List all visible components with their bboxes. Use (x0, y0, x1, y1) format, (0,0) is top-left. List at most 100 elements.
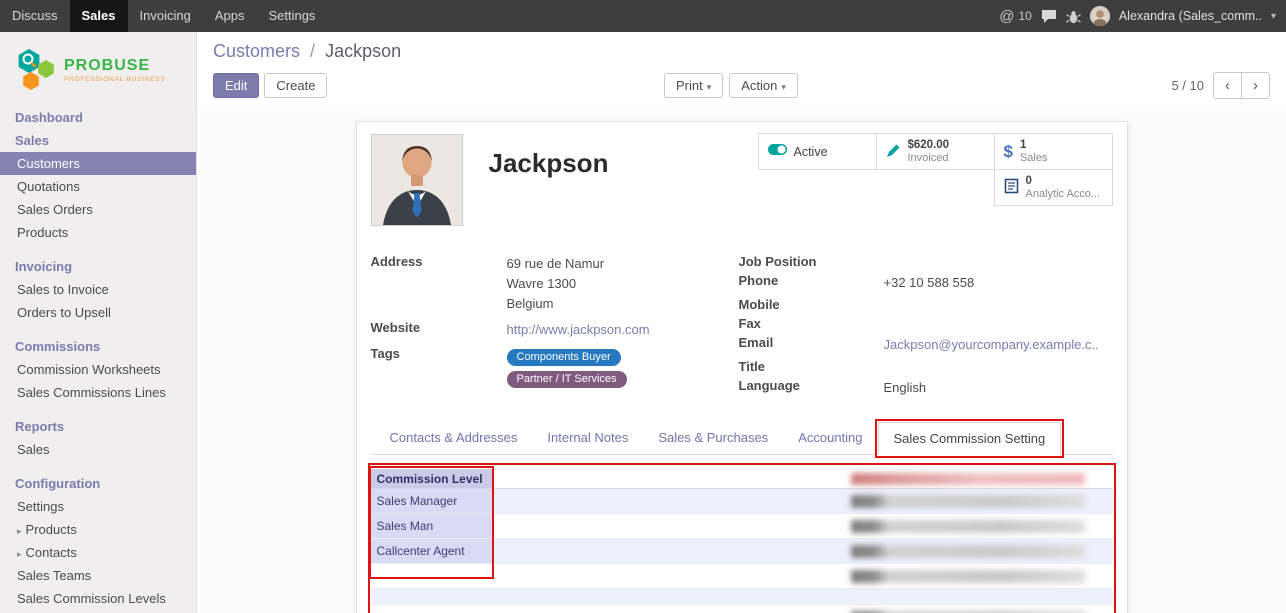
stat-value: 1 (1020, 139, 1048, 152)
print-label: Print (676, 78, 703, 93)
stat-label: Invoiced (908, 152, 950, 165)
tab-internal-notes[interactable]: Internal Notes (532, 422, 643, 454)
sidebar-item-sales-commission-levels[interactable]: Sales Commission Levels (0, 587, 196, 610)
tag-components-buyer[interactable]: Components Buyer (507, 349, 621, 366)
address-line: Belgium (507, 294, 605, 314)
user-menu[interactable]: Alexandra (Sales_comm.. (1119, 9, 1262, 23)
menu-sales[interactable]: Sales (70, 0, 128, 32)
invoiced-stat-button[interactable]: $620.00 Invoiced (876, 133, 995, 170)
sidebar-item-orders-to-upsell[interactable]: Orders to Upsell (0, 301, 196, 324)
table-row-empty[interactable] (371, 605, 1113, 613)
website-label: Website (371, 320, 507, 340)
analytic-accounts-stat-button[interactable]: 0 Analytic Acco... (994, 169, 1113, 206)
pager-value: 5 / 10 (1171, 78, 1204, 93)
pager-previous-button[interactable]: ‹ (1213, 72, 1242, 99)
breadcrumb: Customers / Jackpson (213, 41, 1270, 62)
notebook-tabs: Contacts & Addresses Internal Notes Sale… (371, 422, 1113, 455)
cell-commission-level[interactable]: Sales Man (371, 514, 492, 538)
redacted-cell (851, 495, 1085, 508)
sidebar-section-reports[interactable]: Reports (0, 415, 196, 438)
menu-discuss[interactable]: Discuss (0, 0, 70, 32)
sidebar-item-sales-teams[interactable]: Sales Teams (0, 564, 196, 587)
action-dropdown[interactable]: Action▾ (729, 73, 798, 98)
table-header-row: Commission Level (371, 469, 1113, 489)
sidebar-item-products[interactable]: Products (0, 221, 196, 244)
sidebar-section-dashboard[interactable]: Dashboard (0, 106, 196, 129)
chat-bubble-icon[interactable] (1041, 9, 1057, 24)
tag-partner-it-services[interactable]: Partner / IT Services (507, 371, 627, 388)
sidebar-item-sales-to-invoice[interactable]: Sales to Invoice (0, 278, 196, 301)
mention-count: 10 (1018, 9, 1031, 23)
stat-label: Analytic Acco... (1026, 188, 1101, 201)
user-avatar[interactable] (1090, 6, 1110, 26)
cell-commission-level[interactable]: Callcenter Agent (371, 539, 492, 563)
stat-label: Active (794, 145, 828, 159)
sidebar-item-sales-orders[interactable]: Sales Orders (0, 198, 196, 221)
column-header-commission-level[interactable]: Commission Level (371, 469, 492, 488)
probuse-logo-icon (16, 48, 56, 92)
triangle-right-icon: ▸ (17, 549, 22, 559)
sidebar-item-sales-commissions-lines[interactable]: Sales Commissions Lines (0, 381, 196, 404)
sidebar-item-label: Contacts (26, 545, 77, 560)
app-logo[interactable]: PROBUSE PROFESSIONAL BUSINESS (0, 32, 196, 106)
caret-down-icon: ▾ (707, 82, 712, 92)
create-button[interactable]: Create (264, 73, 327, 98)
ledger-book-icon (1004, 178, 1019, 197)
language-label: Language (739, 378, 884, 398)
breadcrumb-parent[interactable]: Customers (213, 41, 300, 61)
table-row-empty[interactable] (371, 564, 1113, 589)
sidebar-section-sales[interactable]: Sales (0, 129, 196, 152)
tab-accounting[interactable]: Accounting (783, 422, 877, 454)
table-row[interactable]: Sales Man (371, 514, 1113, 539)
menu-invoicing[interactable]: Invoicing (128, 0, 203, 32)
address-label: Address (371, 254, 507, 314)
sidebar: PROBUSE PROFESSIONAL BUSINESS Dashboard … (0, 32, 197, 613)
phone-label: Phone (739, 273, 884, 293)
tab-sales-commission-setting[interactable]: Sales Commission Setting (878, 422, 1062, 455)
address-value[interactable]: 69 rue de Namur Wavre 1300 Belgium (507, 254, 605, 314)
sidebar-item-commission-worksheets[interactable]: Commission Worksheets (0, 358, 196, 381)
title-label: Title (739, 359, 884, 374)
record-title: Jackpson (489, 148, 609, 179)
sales-stat-button[interactable]: $ 1 Sales (994, 133, 1113, 170)
sidebar-section-configuration[interactable]: Configuration (0, 472, 196, 495)
tags-label: Tags (371, 346, 507, 388)
table-row-empty[interactable] (371, 589, 1113, 605)
main-content: Customers / Jackpson Edit Create Print▾ … (197, 32, 1286, 613)
email-link[interactable]: Jackpson@yourcompany.example.c.. (884, 337, 1099, 352)
pager-next-button[interactable]: › (1241, 72, 1270, 99)
sidebar-item-settings[interactable]: Settings (0, 495, 196, 518)
bug-icon[interactable] (1066, 9, 1081, 24)
tab-sales-purchases[interactable]: Sales & Purchases (643, 422, 783, 454)
table-row[interactable]: Sales Manager (371, 489, 1113, 514)
address-line: Wavre 1300 (507, 274, 605, 294)
control-panel: Customers / Jackpson Edit Create Print▾ … (197, 32, 1286, 109)
edit-button[interactable]: Edit (213, 73, 259, 98)
cell-commission-level[interactable]: Sales Manager (371, 489, 492, 513)
pencil-icon (886, 143, 901, 161)
print-dropdown[interactable]: Print ▾ (664, 73, 723, 98)
sidebar-section-invoicing[interactable]: Invoicing (0, 255, 196, 278)
mention-icon[interactable]: @ (999, 8, 1014, 25)
menu-apps[interactable]: Apps (203, 0, 257, 32)
redacted-cell (851, 520, 1085, 533)
phone-value[interactable]: +32 10 588 558 (884, 273, 975, 293)
tab-contacts-addresses[interactable]: Contacts & Addresses (375, 422, 533, 454)
sidebar-item-config-contacts[interactable]: ▸ Contacts (0, 541, 196, 564)
sidebar-item-quotations[interactable]: Quotations (0, 175, 196, 198)
sidebar-section-commissions[interactable]: Commissions (0, 335, 196, 358)
customer-photo[interactable] (371, 134, 463, 226)
menu-settings[interactable]: Settings (256, 0, 327, 32)
active-stat-button[interactable]: Active (758, 133, 877, 170)
sidebar-item-customers[interactable]: Customers (0, 152, 196, 175)
sidebar-item-config-products[interactable]: ▸Products (0, 518, 196, 541)
topbar-menus: Discuss Sales Invoicing Apps Settings (0, 0, 327, 32)
stat-value: $620.00 (908, 139, 950, 152)
website-link[interactable]: http://www.jackpson.com (507, 322, 650, 337)
mobile-label: Mobile (739, 297, 884, 312)
sidebar-item-label: Products (26, 522, 77, 537)
sidebar-item-reports-sales[interactable]: Sales (0, 438, 196, 461)
table-row[interactable]: Callcenter Agent (371, 539, 1113, 564)
language-value[interactable]: English (884, 378, 927, 398)
caret-down-icon: ▾ (781, 82, 786, 92)
